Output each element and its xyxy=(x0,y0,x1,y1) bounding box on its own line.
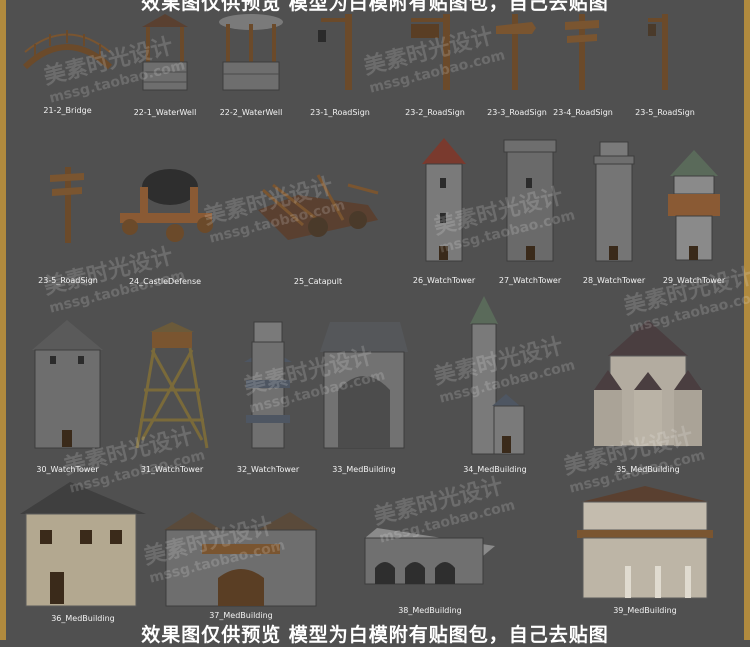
bottom-banner: 效果图仅供预览 模型为白模附有贴图包，自己去贴图 xyxy=(141,624,609,646)
model-label: 22-1_WaterWell xyxy=(133,108,197,117)
model-watch-tower-28[interactable]: 28_WatchTower xyxy=(583,138,645,288)
model-med-building-37[interactable]: 37_MedBuilding xyxy=(162,508,320,623)
model-label: 33_MedBuilding xyxy=(332,465,396,474)
watch-tower-model-icon xyxy=(135,322,209,449)
model-label: 23-2_RoadSign xyxy=(405,108,465,117)
model-watch-tower-31[interactable]: 31_WatchTower xyxy=(132,320,212,475)
model-label: 21-2_Bridge xyxy=(43,106,92,115)
model-label: 31_WatchTower xyxy=(140,465,204,474)
model-road-sign-3[interactable]: 23-3_RoadSign xyxy=(487,12,547,122)
road-sign-model-icon xyxy=(411,14,450,90)
model-med-building-35[interactable]: 35_MedBuilding xyxy=(590,320,706,475)
model-watch-tower-27[interactable]: 27_WatchTower xyxy=(499,138,561,288)
medieval-building-model-icon xyxy=(320,322,408,449)
model-label: 35_MedBuilding xyxy=(616,465,680,474)
model-watch-tower-32[interactable]: 32_WatchTower xyxy=(237,320,299,475)
watch-tower-model-icon xyxy=(32,320,103,449)
watch-tower-model-icon xyxy=(668,150,720,261)
watch-tower-model-icon xyxy=(593,141,635,262)
model-med-building-34[interactable]: 34_MedBuilding xyxy=(462,296,528,476)
model-label: 37_MedBuilding xyxy=(209,611,273,620)
model-label: 27_WatchTower xyxy=(498,276,562,285)
medieval-building-model-icon xyxy=(164,512,318,607)
model-label: 22-2_WaterWell xyxy=(219,108,283,117)
model-catapult[interactable]: 25_Catapult xyxy=(248,165,388,286)
model-label: 24_CastleDefense xyxy=(128,277,202,286)
model-label: 23-4_RoadSign xyxy=(553,108,613,117)
road-sign-model-icon xyxy=(318,14,352,90)
model-road-sign-2[interactable]: 23-2_RoadSign xyxy=(405,12,465,122)
model-road-sign-5[interactable]: 23-5_RoadSign xyxy=(635,12,695,122)
model-watch-tower-29[interactable]: 29_WatchTower xyxy=(663,150,725,290)
model-label: 34_MedBuilding xyxy=(463,465,527,474)
bridge-model-icon xyxy=(22,30,113,70)
medieval-building-model-icon xyxy=(470,296,525,455)
medieval-building-model-icon xyxy=(364,528,495,585)
water-well-model-icon xyxy=(219,14,283,91)
water-well-model-icon xyxy=(142,14,188,91)
model-label: 39_MedBuilding xyxy=(613,606,677,615)
watch-tower-model-icon xyxy=(503,139,557,262)
model-watch-tower-26[interactable]: 26_WatchTower xyxy=(413,138,475,288)
top-banner: 效果图仅供预览 模型为白模附有贴图包，自己去贴图 xyxy=(141,0,609,14)
model-med-building-38[interactable]: 38_MedBuilding xyxy=(364,528,495,623)
model-label: 25_Catapult xyxy=(293,277,343,286)
model-label: 29_WatchTower xyxy=(662,276,726,285)
medieval-building-model-icon xyxy=(594,320,702,447)
medieval-building-model-icon xyxy=(20,482,146,607)
model-med-building-39[interactable]: 39_MedBuilding xyxy=(575,486,715,621)
model-label: 26_WatchTower xyxy=(412,276,476,285)
model-water-well-2[interactable]: 22-2_WaterWell xyxy=(218,12,284,117)
road-sign-model-icon xyxy=(496,14,536,90)
castle-defense-model-icon xyxy=(120,169,213,242)
medieval-building-model-icon xyxy=(577,486,713,599)
model-watch-tower-30[interactable]: 30_WatchTower xyxy=(30,320,105,475)
model-label: 23-1_RoadSign xyxy=(310,108,370,117)
watch-tower-model-icon xyxy=(422,138,466,262)
model-road-sign-1[interactable]: 23-1_RoadSign xyxy=(310,12,370,122)
model-label: 28_WatchTower xyxy=(582,276,646,285)
model-label: 23-5_RoadSign xyxy=(635,108,695,117)
model-med-building-33[interactable]: 33_MedBuilding xyxy=(320,320,408,475)
model-road-sign-6[interactable]: 23-5_RoadSign xyxy=(38,165,98,285)
model-label: 38_MedBuilding xyxy=(398,606,462,615)
model-castle-defense[interactable]: 24_CastleDefense xyxy=(115,165,215,286)
road-sign-model-icon xyxy=(565,14,599,90)
road-sign-model-icon xyxy=(50,167,84,243)
model-label: 30_WatchTower xyxy=(36,465,99,474)
model-med-building-36[interactable]: 36_MedBuilding xyxy=(20,482,146,623)
catapult-model-icon xyxy=(258,174,379,240)
model-road-sign-4[interactable]: 23-4_RoadSign xyxy=(553,12,613,122)
model-bridge[interactable]: 21-2_Bridge xyxy=(20,22,115,115)
watch-tower-model-icon xyxy=(244,321,292,449)
model-water-well-1[interactable]: 22-1_WaterWell xyxy=(134,12,196,117)
road-sign-model-icon xyxy=(648,14,668,90)
